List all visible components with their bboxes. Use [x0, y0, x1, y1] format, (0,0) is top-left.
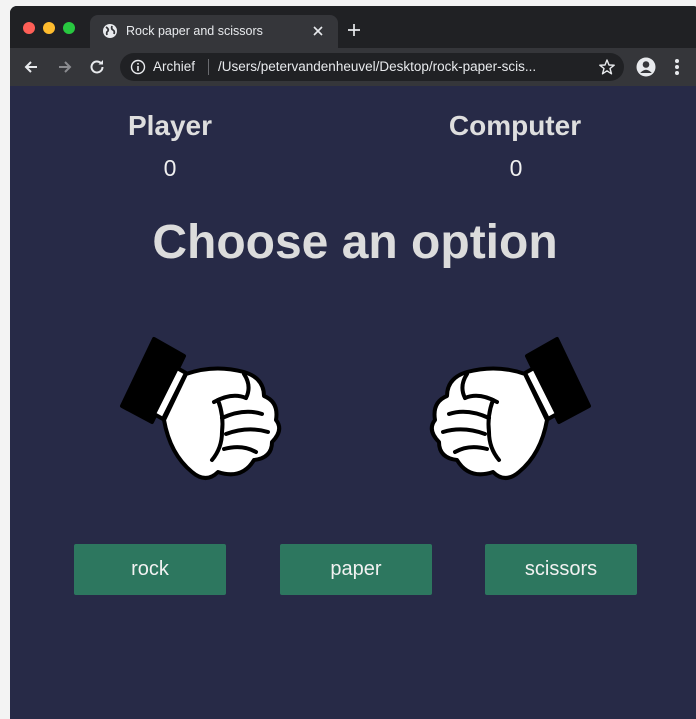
maximize-window-button[interactable] [63, 22, 75, 34]
player-score: 0 [163, 155, 177, 181]
bookmark-star-icon[interactable] [598, 58, 616, 76]
info-icon[interactable] [130, 59, 146, 75]
page-content: Player Computer 0 0 Choose an option roc… [10, 86, 696, 719]
url-text[interactable]: /Users/petervandenheuvel/Desktop/rock-pa… [218, 59, 586, 74]
tab-title: Rock paper and scissors [126, 24, 263, 38]
rock-button[interactable]: rock [74, 544, 226, 595]
player-label: Player [127, 110, 213, 141]
computer-label: Computer [448, 110, 582, 141]
globe-icon [103, 24, 117, 38]
paper-button[interactable]: paper [280, 544, 432, 595]
back-arrow-icon[interactable] [22, 58, 40, 76]
minimize-window-button[interactable] [43, 22, 55, 34]
tab-strip: Rock paper and scissors [10, 6, 696, 48]
reload-icon[interactable] [88, 58, 106, 76]
tab-active[interactable]: Rock paper and scissors [90, 15, 338, 48]
scissors-button[interactable]: scissors [485, 544, 637, 595]
computer-score: 0 [509, 155, 523, 181]
forward-arrow-icon[interactable] [56, 58, 74, 76]
account-icon[interactable] [636, 57, 656, 77]
page-title: Choose an option [152, 216, 558, 269]
address-bar[interactable]: Archief /Users/petervandenheuvel/Desktop… [120, 53, 624, 81]
close-tab-icon[interactable] [310, 23, 326, 39]
new-tab-icon[interactable] [346, 22, 362, 38]
browser-toolbar: Archief /Users/petervandenheuvel/Desktop… [10, 48, 696, 86]
close-window-button[interactable] [23, 22, 35, 34]
address-separator [208, 59, 209, 75]
site-info-label[interactable]: Archief [153, 59, 195, 74]
browser-window: Rock paper and scissors Archief /Users/p… [10, 6, 696, 719]
computer-rock-fist-icon [429, 337, 591, 480]
more-menu-icon[interactable] [674, 58, 680, 76]
player-rock-fist-icon [120, 337, 282, 480]
